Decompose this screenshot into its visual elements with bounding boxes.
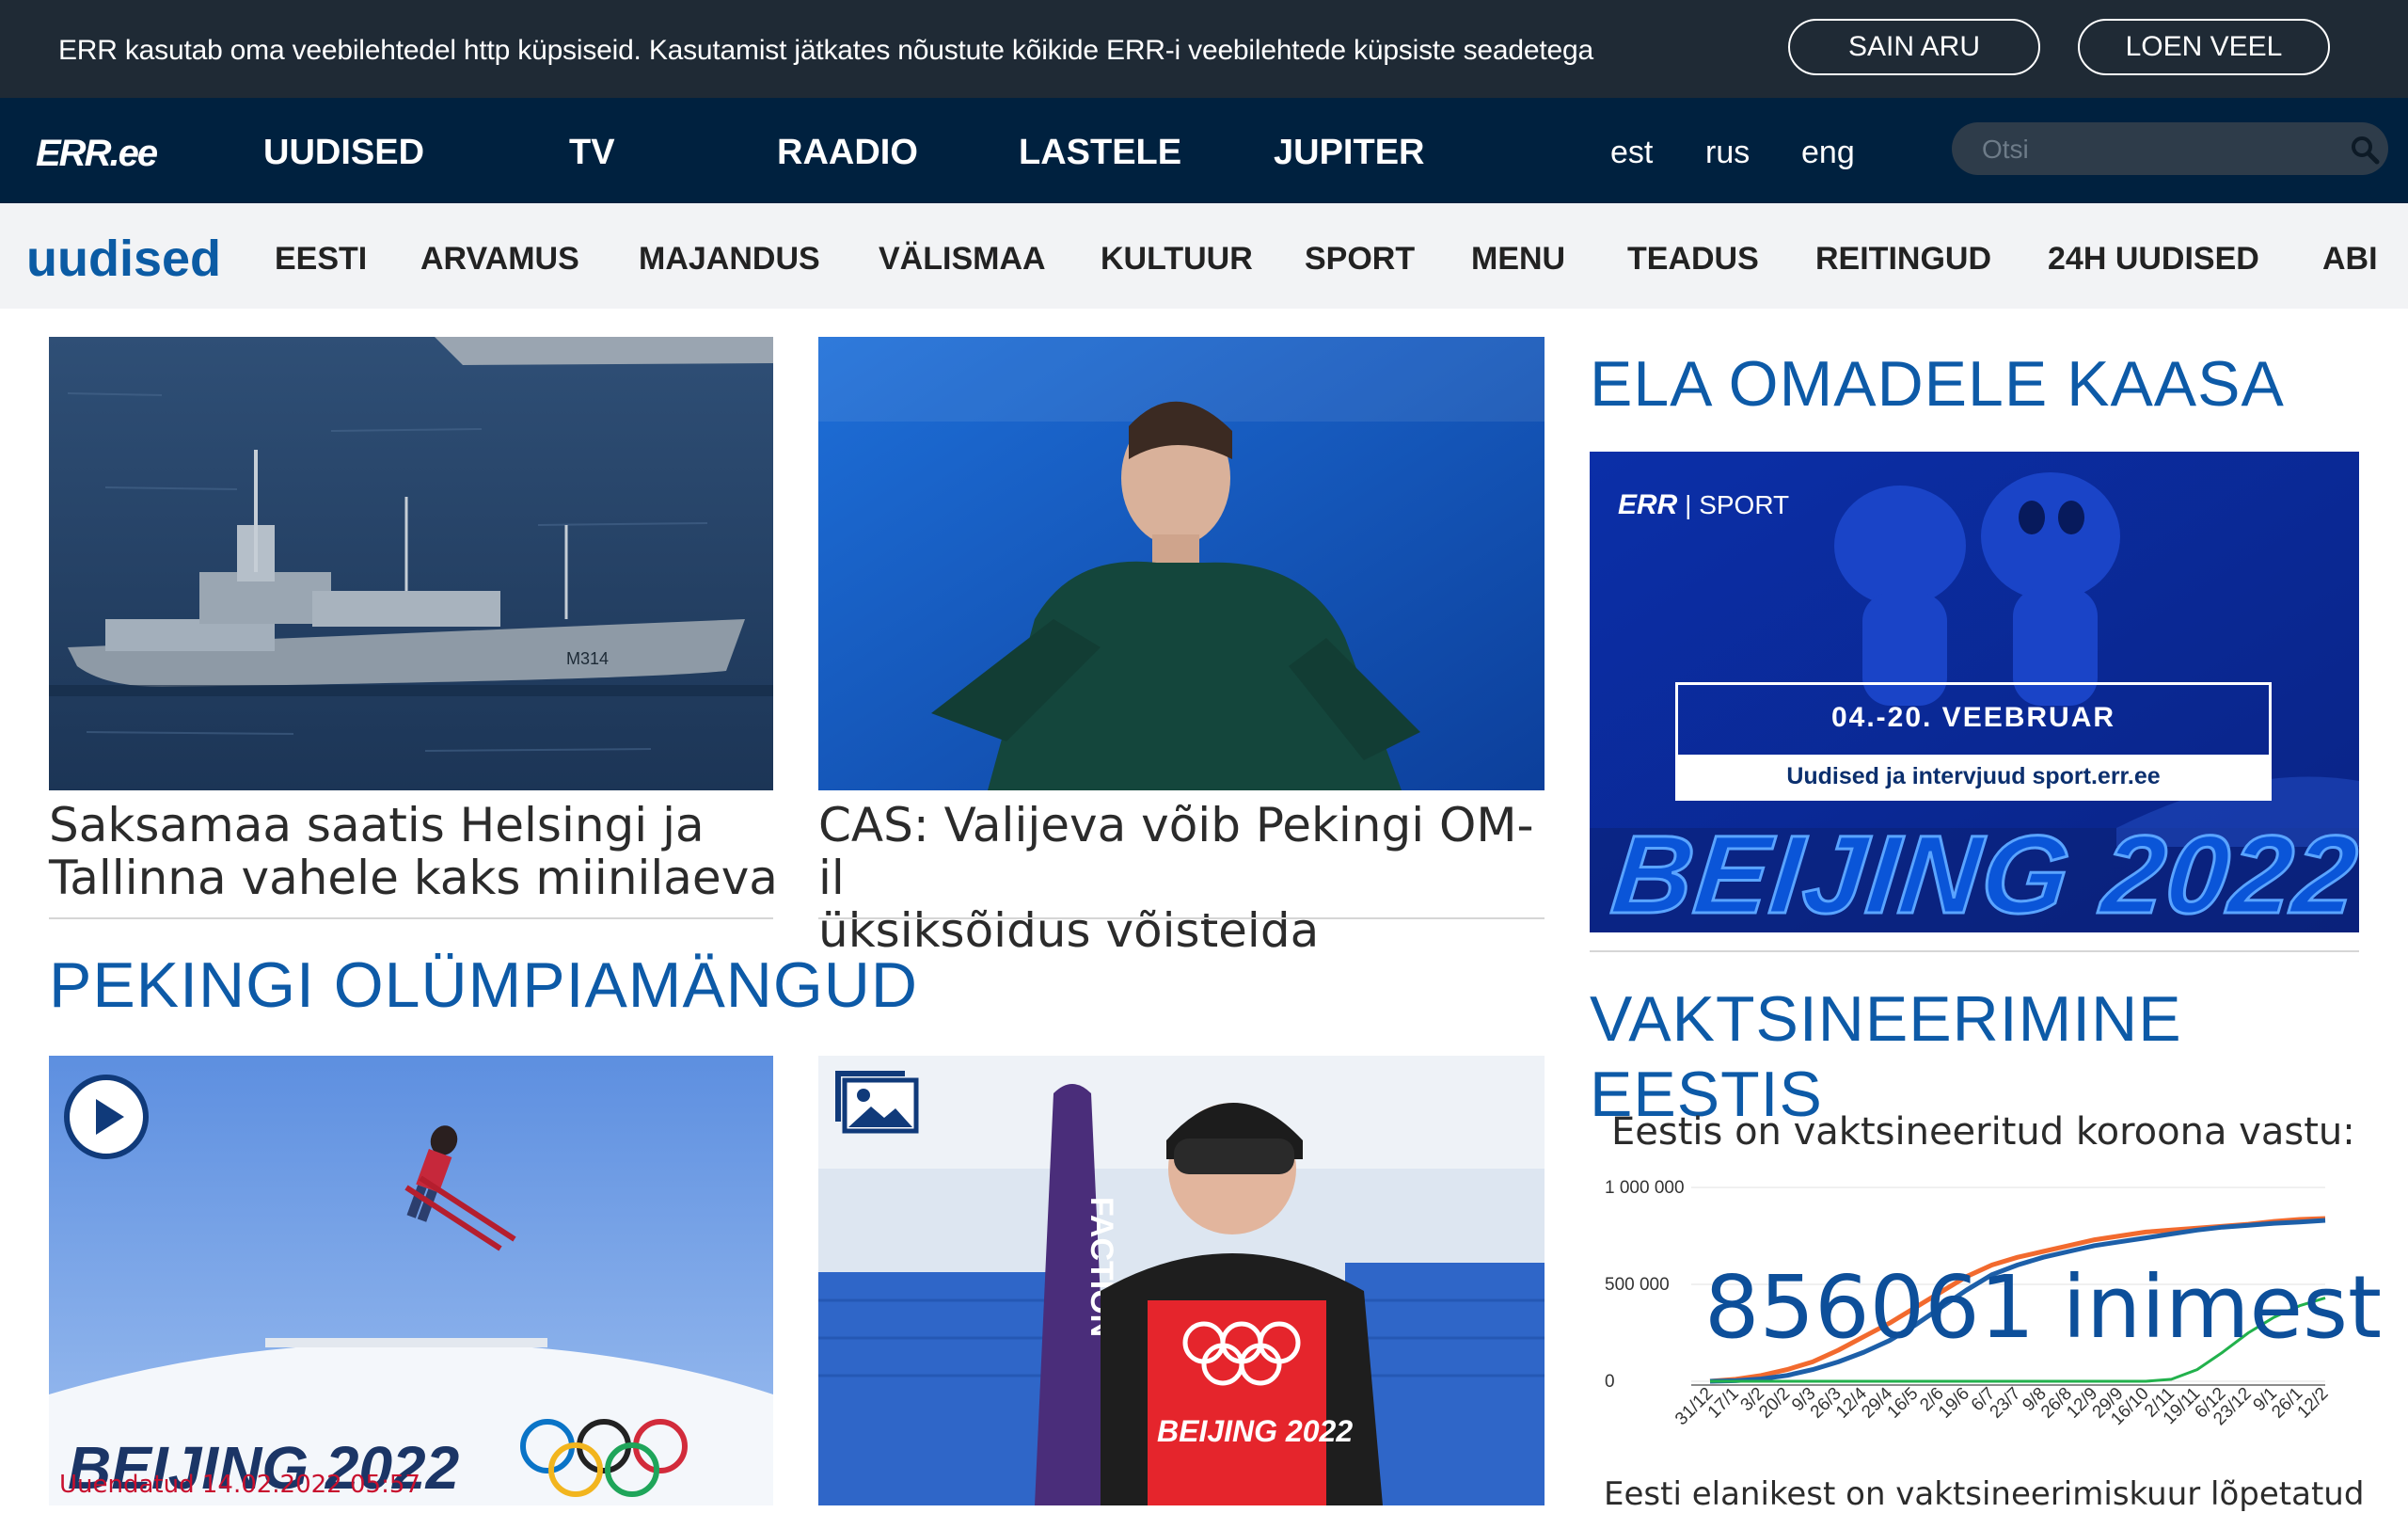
play-icon[interactable] bbox=[62, 1073, 150, 1161]
hull-number: M314 bbox=[566, 649, 609, 668]
chart-x-tick-label: 17/1 bbox=[1704, 1384, 1743, 1423]
headline-1-line-1: Saksamaa saatis Helsingi ja bbox=[49, 798, 705, 852]
read-more-button[interactable]: LOEN VEEL bbox=[2078, 19, 2330, 75]
vaccine-count: 856061 inimest bbox=[1704, 1257, 2383, 1358]
divider bbox=[818, 917, 1545, 919]
tab-kultuur[interactable]: KULTUUR bbox=[1101, 238, 1253, 279]
video-thumbnail-ski-jump[interactable]: BEIJING 2022 bbox=[49, 1056, 773, 1505]
chart-y-tick-label: 500 000 bbox=[1605, 1275, 1670, 1295]
tab-abi[interactable]: ABI bbox=[2322, 238, 2378, 279]
gallery-thumbnail-freestyle[interactable]: FACTION BEIJING 2022 bbox=[818, 1056, 1545, 1505]
bib-text: BEIJING 2022 bbox=[1157, 1414, 1353, 1448]
vaccine-footnote: Eesti elanikest on vaktsineerimiskuur lõ… bbox=[1604, 1475, 2365, 1513]
divider bbox=[1590, 950, 2359, 952]
chart-x-tick-label: 23/7 bbox=[1987, 1384, 2025, 1423]
lang-rus[interactable]: rus bbox=[1705, 132, 1750, 173]
headline-2-line-1: CAS: Valijeva võib Pekingi OM-il bbox=[818, 798, 1534, 905]
headline-1-line-2: Tallinna vahele kaks miinilaeva bbox=[49, 851, 778, 905]
freestyle-photo: FACTION BEIJING 2022 bbox=[818, 1056, 1545, 1505]
section-brand[interactable]: uudised bbox=[26, 230, 221, 288]
logo-text: ERR.ee bbox=[36, 133, 158, 173]
nav-uudised[interactable]: UUDISED bbox=[263, 130, 424, 175]
promo-event-title: BEIJING 2022 bbox=[1606, 812, 2366, 939]
tab-majandus[interactable]: MAJANDUS bbox=[639, 238, 820, 279]
article-headline-2[interactable]: CAS: Valijeva võib Pekingi OM-il üksiksõ… bbox=[818, 799, 1552, 957]
chart-x-tick-label: 20/2 bbox=[1755, 1384, 1794, 1423]
tab-sport[interactable]: SPORT bbox=[1305, 238, 1415, 279]
article-image-minesweeper[interactable]: M314 bbox=[49, 337, 773, 790]
divider bbox=[49, 917, 773, 919]
nav-raadio[interactable]: RAADIO bbox=[777, 130, 918, 175]
ski-jump-photo: BEIJING 2022 bbox=[49, 1056, 773, 1505]
tab-teadus[interactable]: TEADUS bbox=[1627, 238, 1759, 279]
promo-channel: ERR | SPORT bbox=[1618, 489, 1790, 520]
tab-menu[interactable]: MENU bbox=[1471, 238, 1565, 279]
chart-y-tick-label: 0 bbox=[1605, 1372, 1615, 1392]
promo-date-box: 04.-20. VEEBRUAR Uudised ja intervjuud s… bbox=[1675, 682, 2272, 801]
nav-lastele[interactable]: LASTELE bbox=[1019, 130, 1181, 175]
vaccine-heading: Eestis on vaktsineeritud koroona vastu: bbox=[1611, 1110, 2355, 1154]
ship-photo: M314 bbox=[49, 337, 773, 790]
lang-eng[interactable]: eng bbox=[1801, 132, 1855, 173]
tab-valismaa[interactable]: VÄLISMAA bbox=[879, 238, 1046, 279]
tab-reitingud[interactable]: REITINGUD bbox=[1815, 238, 1991, 279]
chart-x-tick-label: 19/6 bbox=[1935, 1384, 1973, 1423]
search-input[interactable] bbox=[1980, 128, 2322, 171]
article-headline-1[interactable]: Saksamaa saatis Helsingi ja Tallinna vah… bbox=[49, 799, 783, 904]
chart-x-tick-label: 16/5 bbox=[1884, 1384, 1923, 1423]
updated-timestamp: Uuendatud 14.02.2022 05:57 bbox=[59, 1471, 420, 1499]
chart-x-tick-label: 12/2 bbox=[2294, 1384, 2333, 1423]
headline-2-line-2: üksiksõidus võistelda bbox=[818, 903, 1320, 958]
cookie-text: ERR kasutab oma veebilehtedel http küpsi… bbox=[58, 35, 1593, 66]
cookie-bar: ERR kasutab oma veebilehtedel http küpsi… bbox=[0, 0, 2408, 98]
nav-jupiter[interactable]: JUPITER bbox=[1274, 130, 1424, 175]
tab-arvamus[interactable]: ARVAMUS bbox=[420, 238, 579, 279]
article-image-valijeva[interactable] bbox=[818, 337, 1545, 790]
chart-y-tick-label: 1 000 000 bbox=[1605, 1178, 1685, 1198]
accept-cookies-button[interactable]: SAIN ARU bbox=[1788, 19, 2040, 75]
promo-tagline: Uudised ja intervjuud sport.err.ee bbox=[1678, 755, 2269, 798]
nav-tv[interactable]: TV bbox=[569, 130, 615, 175]
tab-eesti[interactable]: EESTI bbox=[275, 238, 367, 279]
err-logo[interactable]: ERR.ee bbox=[36, 132, 186, 173]
lang-est[interactable]: est bbox=[1610, 132, 1653, 173]
gallery-icon bbox=[835, 1071, 919, 1134]
promo-title[interactable]: ELA OMADELE KAASA bbox=[1590, 346, 2285, 422]
search-icon[interactable] bbox=[2349, 134, 2381, 166]
tab-24h-uudised[interactable]: 24H UUDISED bbox=[2048, 238, 2259, 279]
promo-dates: 04.-20. VEEBRUAR bbox=[1830, 702, 2116, 733]
section-title-olympics[interactable]: PEKINGI OLÜMPIAMÄNGUD bbox=[49, 948, 918, 1023]
promo-channel-label: SPORT bbox=[1699, 490, 1790, 519]
skater-photo bbox=[818, 337, 1545, 790]
search-box bbox=[1952, 122, 2388, 175]
